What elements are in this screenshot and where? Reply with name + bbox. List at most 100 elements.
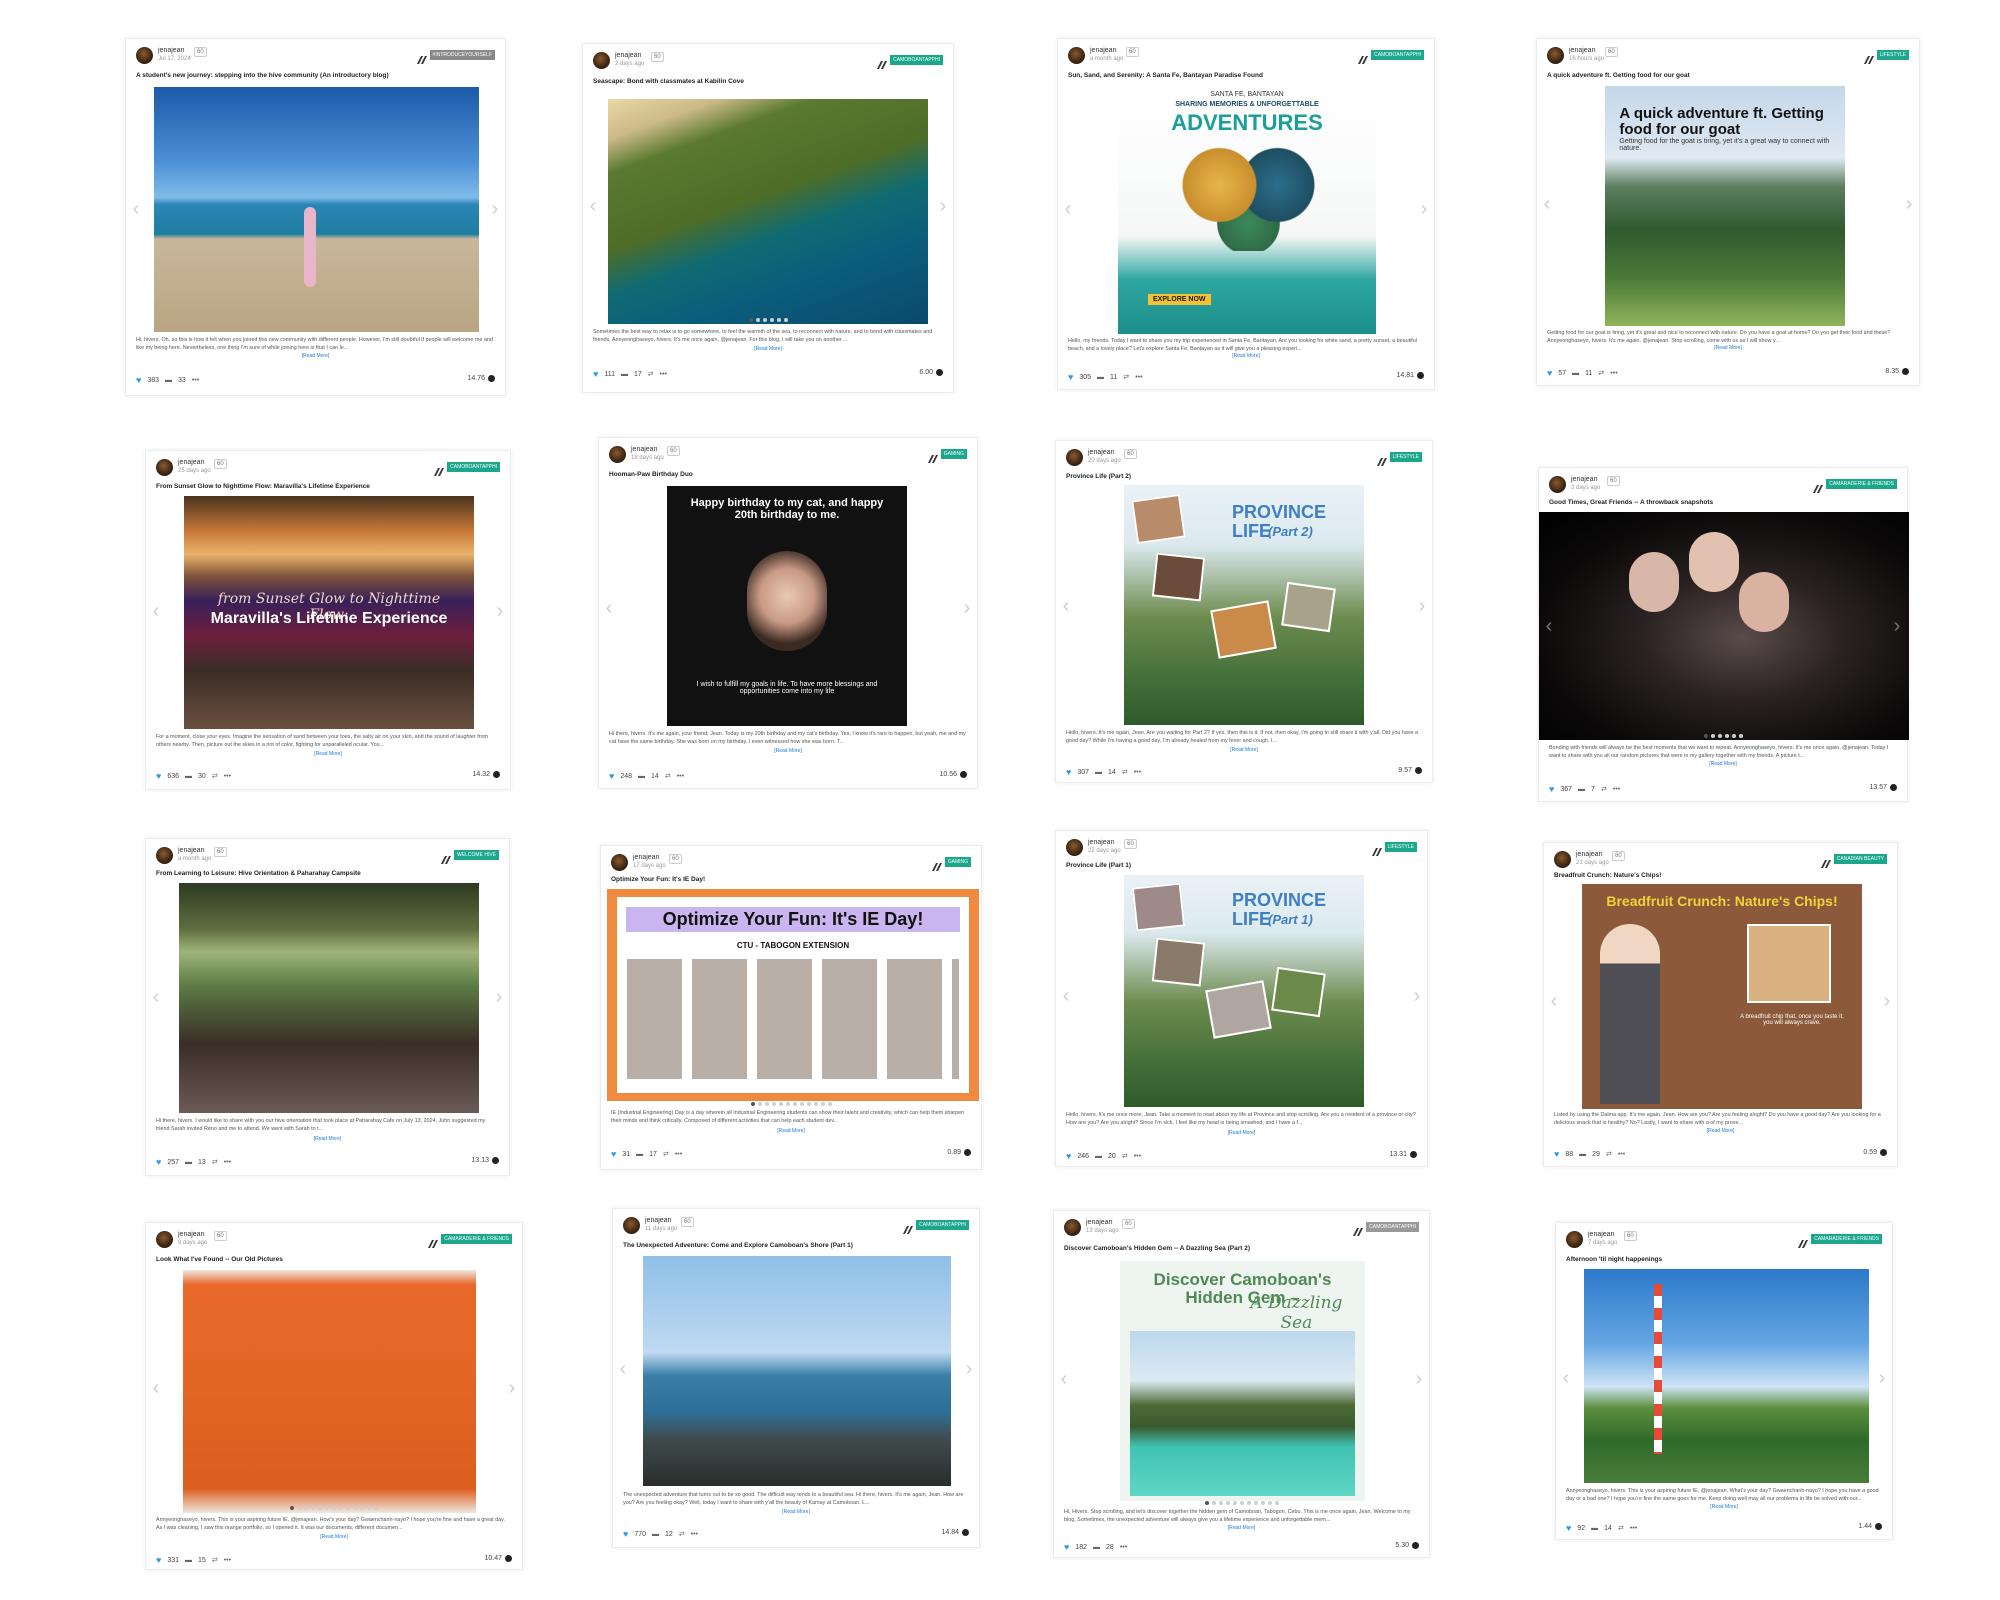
carousel-dots[interactable] <box>601 1102 981 1106</box>
payout-value[interactable]: 14.81 <box>1396 372 1414 379</box>
comment-icon[interactable]: ▬ <box>185 773 192 780</box>
post-card[interactable]: jenajean 60 9 days ago CAMARADERIE & FRI… <box>145 1222 523 1570</box>
avatar[interactable] <box>156 847 173 864</box>
community-tag[interactable]: LIFESTYLE <box>1389 452 1422 462</box>
comment-icon[interactable]: ▬ <box>1093 1544 1100 1551</box>
community-tag[interactable]: WELCOME HIVE <box>454 850 499 860</box>
username[interactable]: jenajean <box>645 1217 671 1224</box>
comment-icon[interactable]: ▬ <box>1095 1153 1102 1160</box>
avatar[interactable] <box>1064 1219 1081 1236</box>
more-icon[interactable]: ••• <box>1610 370 1617 377</box>
reblog-icon[interactable]: ⇄ <box>648 370 654 378</box>
comment-icon[interactable]: ▬ <box>1578 786 1585 793</box>
payout-value[interactable]: 8.35 <box>1885 368 1899 375</box>
upvote-icon[interactable]: ♥ <box>136 375 141 385</box>
more-icon[interactable]: ••• <box>1134 769 1141 776</box>
payout-value[interactable]: 5.30 <box>1395 1542 1409 1549</box>
avatar[interactable] <box>623 1217 640 1234</box>
avatar[interactable] <box>1547 47 1564 64</box>
post-title[interactable]: Discover Camoboan's Hidden Gem -- A Dazz… <box>1064 1245 1419 1252</box>
payout-value[interactable]: 13.13 <box>471 1157 489 1164</box>
payout-value[interactable]: 10.56 <box>939 771 957 778</box>
prev-arrow-icon[interactable]: ‹ <box>1060 986 1072 1006</box>
prev-arrow-icon[interactable]: ‹ <box>1060 596 1072 616</box>
post-card[interactable]: jenajean 60 21 days ago CANADIAN BEAUTY … <box>1543 842 1898 1167</box>
next-arrow-icon[interactable]: › <box>1416 596 1428 616</box>
more-icon[interactable]: ••• <box>691 1531 698 1538</box>
reblog-icon[interactable]: ⇄ <box>1618 1524 1624 1532</box>
prev-arrow-icon[interactable]: ‹ <box>1543 616 1555 636</box>
post-card[interactable]: jenajean 60 18 days ago GAMING Hooman-Pa… <box>598 437 978 789</box>
carousel-dots[interactable] <box>583 318 953 322</box>
avatar[interactable] <box>156 459 173 476</box>
next-arrow-icon[interactable]: › <box>1891 616 1903 636</box>
payout-value[interactable]: 10.47 <box>484 1555 502 1562</box>
payout-value[interactable]: 1.44 <box>1858 1523 1872 1530</box>
username[interactable]: jenajean <box>178 847 204 854</box>
upvote-icon[interactable]: ♥ <box>1566 1523 1571 1533</box>
upvote-icon[interactable]: ♥ <box>1554 1149 1559 1159</box>
reblog-icon[interactable]: ⇄ <box>212 772 218 780</box>
post-title[interactable]: The Unexpected Adventure: Come and Explo… <box>623 1242 969 1249</box>
username[interactable]: jenajean <box>1086 1219 1112 1226</box>
post-image[interactable] <box>643 1256 951 1486</box>
post-title[interactable]: Optimize Your Fun: It's IE Day! <box>611 876 971 883</box>
post-title[interactable]: Afternoon 'til night happenings <box>1566 1256 1882 1263</box>
username[interactable]: jenajean <box>1569 47 1595 54</box>
avatar[interactable] <box>136 47 153 64</box>
prev-arrow-icon[interactable]: ‹ <box>1548 991 1560 1011</box>
post-image[interactable]: SANTA FE, BANTAYAN SHARING MEMORIES & UN… <box>1118 89 1376 334</box>
username[interactable]: jenajean <box>1088 449 1114 456</box>
post-card[interactable]: jenajean 60 2 days ago CAMOBOANTAPPHI Se… <box>582 43 954 393</box>
next-arrow-icon[interactable]: › <box>489 199 501 219</box>
reblog-icon[interactable]: ⇄ <box>1122 1152 1128 1160</box>
more-icon[interactable]: ••• <box>1134 1153 1141 1160</box>
next-arrow-icon[interactable]: › <box>961 598 973 618</box>
upvote-icon[interactable]: ♥ <box>1547 368 1552 378</box>
reblog-icon[interactable]: ⇄ <box>1606 1150 1612 1158</box>
post-title[interactable]: From Learning to Leisure: Hive Orientati… <box>156 870 499 877</box>
post-title[interactable]: A quick adventure ft. Getting food for o… <box>1547 72 1909 79</box>
post-image[interactable] <box>179 883 479 1113</box>
read-more-link[interactable]: [Read More] <box>1054 1525 1429 1531</box>
post-image[interactable]: Breadfruit Crunch: Nature's Chips! A bre… <box>1582 884 1862 1109</box>
next-arrow-icon[interactable]: › <box>1413 1369 1425 1389</box>
post-card[interactable]: jenajean 60 3 days ago CAMARADERIE & FRI… <box>1538 467 1909 802</box>
more-icon[interactable]: ••• <box>1120 1544 1127 1551</box>
post-title[interactable]: Sun, Sand, and Serenity: A Santa Fe, Ban… <box>1068 72 1424 79</box>
post-card[interactable]: jenajean 60 16 hours ago LIFESTYLE A qui… <box>1536 38 1920 386</box>
reblog-icon[interactable]: ⇄ <box>679 1530 685 1538</box>
username[interactable]: jenajean <box>178 459 204 466</box>
post-image[interactable]: from Sunset Glow to Nighttime Flow: Mara… <box>184 496 474 729</box>
upvote-icon[interactable]: ♥ <box>1549 784 1554 794</box>
read-more-link[interactable]: [Read More] <box>1056 1130 1427 1136</box>
avatar[interactable] <box>1549 476 1566 493</box>
username[interactable]: jenajean <box>1090 47 1116 54</box>
community-tag[interactable]: #INTRODUCEYOURSELF <box>429 50 495 60</box>
next-arrow-icon[interactable]: › <box>963 1359 975 1379</box>
next-arrow-icon[interactable]: › <box>1881 991 1893 1011</box>
username[interactable]: jenajean <box>178 1231 204 1238</box>
prev-arrow-icon[interactable]: ‹ <box>1062 199 1074 219</box>
community-tag[interactable]: CAMOBOANTAPPHI <box>1371 50 1424 60</box>
username[interactable]: jenajean <box>1588 1231 1614 1238</box>
more-icon[interactable]: ••• <box>675 1151 682 1158</box>
post-card[interactable]: jenajean 60 7 days ago CAMARADERIE & FRI… <box>1555 1222 1893 1540</box>
more-icon[interactable]: ••• <box>1135 374 1142 381</box>
next-arrow-icon[interactable]: › <box>1411 986 1423 1006</box>
payout-value[interactable]: 6.00 <box>919 369 933 376</box>
community-tag[interactable]: CAMOBOANTAPPHI <box>447 462 500 472</box>
upvote-icon[interactable]: ♥ <box>1066 767 1071 777</box>
payout-value[interactable]: 14.84 <box>941 1529 959 1536</box>
username[interactable]: jenajean <box>633 854 659 861</box>
community-tag[interactable]: CANADIAN BEAUTY <box>1833 854 1887 864</box>
payout-value[interactable]: 0.59 <box>1863 1149 1877 1156</box>
post-title[interactable]: From Sunset Glow to Nighttime Flow: Mara… <box>156 483 500 490</box>
prev-arrow-icon[interactable]: ‹ <box>617 1359 629 1379</box>
avatar[interactable] <box>1068 47 1085 64</box>
comment-icon[interactable]: ▬ <box>1097 374 1104 381</box>
comment-icon[interactable]: ▬ <box>185 1159 192 1166</box>
post-image[interactable] <box>1539 512 1909 740</box>
read-more-link[interactable]: [Read More] <box>599 748 977 754</box>
community-tag[interactable]: CAMOBOANTAPPHI <box>916 1220 969 1230</box>
